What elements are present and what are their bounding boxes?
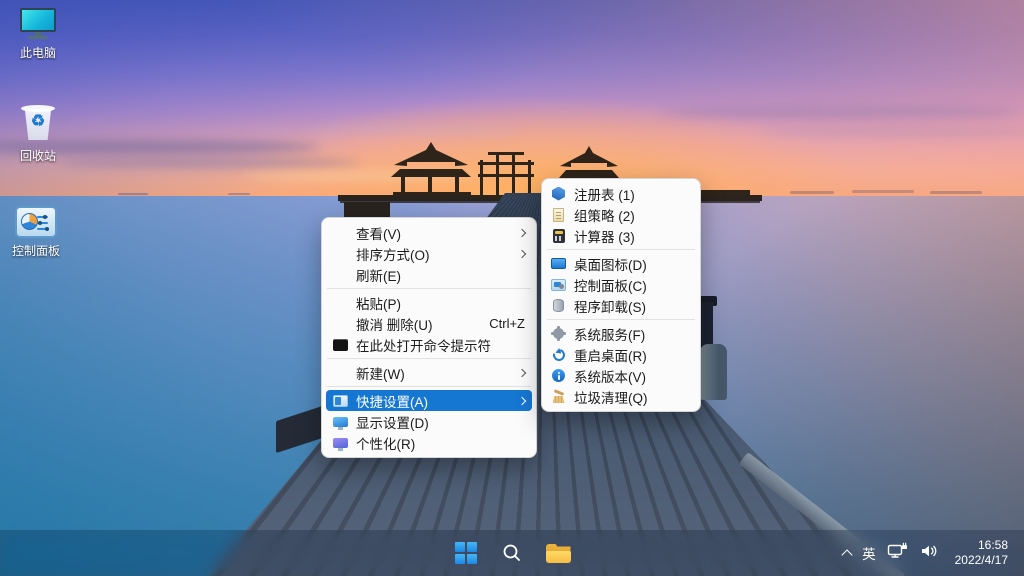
cmd-icon: [333, 339, 348, 351]
volume-button[interactable]: [920, 543, 940, 564]
desktop-icons-icon: [551, 258, 566, 269]
submenu-item-system-services[interactable]: 系统服务(F): [546, 323, 696, 344]
calculator-icon: [553, 229, 565, 243]
menu-item-quick-settings[interactable]: 快捷设置(A): [326, 390, 532, 411]
menu-item-paste[interactable]: 粘贴(P): [326, 292, 532, 313]
chevron-right-icon: [518, 368, 526, 376]
display-settings-icon: [333, 417, 348, 427]
submenu-item-uninstall[interactable]: 程序卸载(S): [546, 295, 696, 316]
windows-logo-icon: [455, 542, 477, 564]
menu-item-view[interactable]: 查看(V): [326, 222, 532, 243]
chevron-right-icon: [518, 249, 526, 257]
slider-dot: [38, 221, 42, 225]
context-menu: 查看(V) 排序方式(O) 刷新(E) 粘贴(P) 撤消 删除(U) Ctrl+…: [321, 217, 537, 458]
cloud: [760, 128, 1024, 137]
slider-dot: [43, 215, 47, 219]
file-explorer-button[interactable]: [539, 534, 577, 572]
personalize-icon: [333, 438, 348, 448]
horizon-island: [852, 190, 914, 193]
clock-time: 16:58: [955, 538, 1008, 553]
submenu-item-group-policy[interactable]: 组策略 (2): [546, 204, 696, 225]
this-pc-screen: [20, 8, 56, 32]
menu-item-new[interactable]: 新建(W): [326, 362, 532, 383]
ime-indicator[interactable]: 英: [862, 543, 876, 563]
desktop-icon-control-panel[interactable]: 控制面板: [0, 206, 74, 259]
pier-post: [701, 302, 713, 348]
menu-separator: [327, 358, 531, 359]
submenu-item-control-panel[interactable]: 控制面板(C): [546, 274, 696, 295]
control-panel-mini-icon: [551, 279, 566, 291]
desktop-icon-label: 控制面板: [12, 242, 60, 259]
recycle-symbol: ♻: [20, 114, 56, 130]
desktop-icon-recycle-bin[interactable]: ♻ 回收站: [0, 103, 76, 164]
desktop-icon-label: 此电脑: [20, 44, 56, 61]
horizon-island: [790, 191, 834, 194]
slider-dot: [45, 227, 49, 231]
submenu-item-registry[interactable]: 注册表 (1): [546, 183, 696, 204]
menu-item-sort-by[interactable]: 排序方式(O): [326, 243, 532, 264]
desktop-icon-label: 回收站: [20, 147, 56, 164]
network-button[interactable]: [887, 542, 909, 565]
search-icon: [502, 543, 522, 563]
taskbar-tray: 英 16:58 2022/4: [843, 530, 1008, 576]
menu-item-undo-delete[interactable]: 撤消 删除(U) Ctrl+Z: [326, 313, 532, 334]
bin-lid: [21, 105, 55, 112]
cloud: [60, 158, 360, 168]
submenu-item-junk-clean[interactable]: 垃圾清理(Q): [546, 386, 696, 407]
uninstall-icon: [553, 299, 564, 312]
menu-item-personalize[interactable]: 个性化(R): [326, 432, 532, 453]
start-button[interactable]: [447, 534, 485, 572]
pier-bollard: [700, 344, 727, 400]
clock-date: 2022/4/17: [955, 553, 1008, 568]
menu-separator: [547, 319, 695, 320]
horizon-island: [228, 193, 250, 195]
control-panel-icon: [15, 206, 57, 238]
this-pc-base: [28, 36, 48, 39]
clean-broom-icon: [552, 390, 566, 403]
taskbar: 英 16:58 2022/4: [0, 530, 1024, 576]
restart-desktop-icon: [550, 346, 566, 362]
submenu-item-system-version[interactable]: 系统版本(V): [546, 365, 696, 386]
cloud: [300, 126, 520, 134]
menu-separator: [547, 249, 695, 250]
menu-item-display-settings[interactable]: 显示设置(D): [326, 411, 532, 432]
taskbar-clock[interactable]: 16:58 2022/4/17: [955, 538, 1008, 568]
desktop: 此电脑 ♻ 回收站 控制面板 查看(V) 排序方式(O): [0, 0, 1024, 576]
submenu-item-desktop-icons[interactable]: 桌面图标(D): [546, 253, 696, 274]
submenu-item-restart-desktop[interactable]: 重启桌面(R): [546, 344, 696, 365]
chevron-right-icon: [518, 396, 526, 404]
folder-icon: [546, 544, 571, 563]
show-hidden-icons-button[interactable]: [843, 547, 851, 559]
submenu-item-calculator[interactable]: 计算器 (3): [546, 225, 696, 246]
desktop-icon-this-pc[interactable]: 此电脑: [0, 8, 76, 61]
cloud: [660, 106, 1020, 118]
horizon-island: [118, 193, 148, 195]
this-pc-icon: [19, 8, 57, 40]
registry-icon: [552, 187, 565, 201]
chevron-up-icon: [841, 549, 852, 560]
quick-settings-icon: [333, 395, 348, 407]
services-gear-icon: [553, 328, 564, 339]
taskbar-center-icons: [447, 530, 577, 576]
search-button[interactable]: [493, 534, 531, 572]
network-icon: [887, 542, 909, 560]
recycle-bin-icon: ♻: [20, 103, 56, 143]
menu-item-refresh[interactable]: 刷新(E): [326, 264, 532, 285]
chevron-right-icon: [518, 228, 526, 236]
group-policy-icon: [553, 208, 564, 222]
menu-separator: [327, 288, 531, 289]
quick-settings-submenu: 注册表 (1) 组策略 (2) 计算器 (3) 桌面图标(D) 控制面板(C) …: [541, 178, 701, 412]
menu-separator: [327, 386, 531, 387]
horizon-island: [930, 191, 982, 194]
menu-item-open-command-prompt[interactable]: 在此处打开命令提示符: [326, 334, 532, 355]
pie-chart-glyph: [21, 213, 38, 230]
shortcut-label: Ctrl+Z: [489, 316, 525, 331]
system-info-icon: [552, 369, 565, 382]
speaker-icon: [920, 543, 940, 559]
